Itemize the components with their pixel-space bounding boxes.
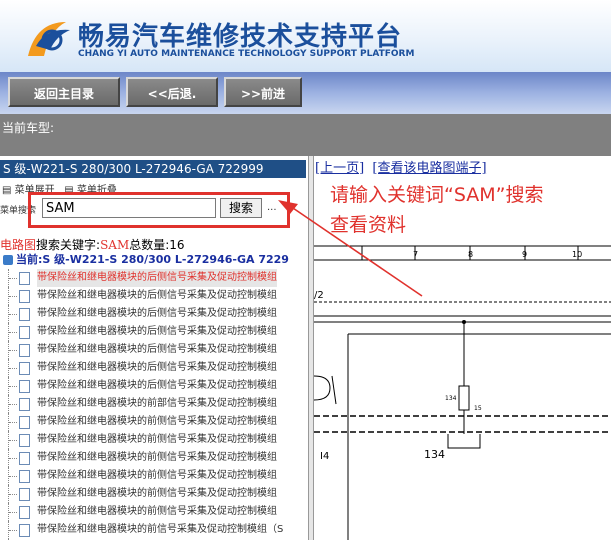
document-icon xyxy=(19,488,30,501)
document-icon xyxy=(19,308,30,321)
brand-title: 畅易汽车维修技术支持平台 xyxy=(78,22,403,52)
result-item-label: 带保险丝和继电器模块的前侧信号采集及促动控制模组 xyxy=(37,416,277,427)
tree-branch-line xyxy=(8,269,19,287)
document-icon xyxy=(19,470,30,483)
brand-logo xyxy=(28,22,70,56)
document-icon xyxy=(19,272,30,285)
tree-branch-line xyxy=(8,287,19,305)
tree-branch-line xyxy=(8,467,19,485)
result-count: 16 xyxy=(169,238,185,252)
result-item-label: 带保险丝和继电器模块的后侧信号采集及促动控制模组 xyxy=(37,362,277,373)
document-icon xyxy=(19,380,30,393)
tree-branch-line xyxy=(8,395,19,413)
computer-icon xyxy=(3,255,13,265)
result-item-label: 带保险丝和继电器模块的前侧信号采集及促动控制模组 xyxy=(37,470,277,481)
tree-root[interactable]: 当前:S 级-W221-S 280/300 L-272946-GA 7229 xyxy=(3,251,289,267)
result-item-label: 带保险丝和继电器模块的后侧信号采集及促动控制模组 xyxy=(37,269,277,287)
tree-branch-line xyxy=(8,377,19,395)
back-button[interactable]: <<后退. xyxy=(126,77,218,107)
wire-id-label: 134 xyxy=(424,448,445,461)
expand-icon: ▤ xyxy=(2,185,12,196)
vehicle-model-bar: S 级-W221-S 280/300 L-272946-GA 722999 xyxy=(0,160,306,178)
result-item[interactable]: 带保险丝和继电器模块的前部信号采集及促动控制模组 xyxy=(0,395,308,413)
tree-branch-line xyxy=(8,305,19,323)
document-icon xyxy=(19,290,30,303)
header-banner: 畅易汽车维修技术支持平台 CHANG YI AUTO MAINTENANCE T… xyxy=(0,0,611,72)
tree-branch-line xyxy=(8,485,19,503)
nav-bar: 返回主目录 <<后退. >>前进 xyxy=(0,72,611,114)
result-item[interactable]: 带保险丝和继电器模块的前信号采集及促动控制模组（S xyxy=(0,521,308,539)
document-icon xyxy=(19,416,30,429)
result-item-label: 带保险丝和继电器模块的后侧信号采集及促动控制模组 xyxy=(37,380,277,391)
fuse-id-label: 134 xyxy=(445,395,457,402)
tree-branch-line xyxy=(8,359,19,377)
result-item-label: 带保险丝和继电器模块的前侧信号采集及促动控制模组 xyxy=(37,452,277,463)
result-item[interactable]: 带保险丝和继电器模块的后侧信号采集及促动控制模组 xyxy=(0,323,308,341)
tree-branch-line xyxy=(8,323,19,341)
grid-number-8: 8 xyxy=(468,250,473,259)
brand-subtitle: CHANG YI AUTO MAINTENANCE TECHNOLOGY SUP… xyxy=(78,49,415,59)
result-item[interactable]: 带保险丝和继电器模块的后侧信号采集及促动控制模组 xyxy=(0,377,308,395)
tree-root-label: 当前:S 级-W221-S 280/300 L-272946-GA 7229 xyxy=(16,253,289,266)
fuse-rating-label: 15 xyxy=(474,405,482,412)
diagram-links: [上一页] [查看该电路图端子] xyxy=(315,157,487,176)
result-item[interactable]: 带保险丝和继电器模块的前侧信号采集及促动控制模组 xyxy=(0,449,308,467)
prev-page-link[interactable]: [上一页] xyxy=(315,161,364,176)
result-item-label: 带保险丝和继电器模块的后侧信号采集及促动控制模组 xyxy=(37,344,277,355)
result-item[interactable]: 带保险丝和继电器模块的后侧信号采集及促动控制模组 xyxy=(0,359,308,377)
result-keyword: SAM xyxy=(100,238,130,252)
tree-branch-line xyxy=(8,503,19,521)
tree-branch-line xyxy=(8,521,19,539)
result-list: 带保险丝和继电器模块的后侧信号采集及促动控制模组 带保险丝和继电器模块的后侧信号采… xyxy=(0,269,308,540)
current-model-bar: 当前车型: xyxy=(0,114,611,156)
tree-branch-line xyxy=(8,341,19,359)
grid-number-10: 10 xyxy=(572,250,582,259)
result-item[interactable]: 带保险丝和继电器模块的前侧信号采集及促动控制模组 xyxy=(0,485,308,503)
result-item[interactable]: 带保险丝和继电器模块的前侧信号采集及促动控制模组 xyxy=(0,503,308,521)
view-terminal-link[interactable]: [查看该电路图端子] xyxy=(372,161,486,176)
result-item-label: 带保险丝和继电器模块的前侧信号采集及促动控制模组 xyxy=(37,434,277,445)
keyword-label: 搜索关键字: xyxy=(36,238,101,252)
document-icon xyxy=(19,452,30,465)
result-item[interactable]: 带保险丝和继电器模块的后侧信号采集及促动控制模组 xyxy=(0,341,308,359)
tree-branch-line xyxy=(8,449,19,467)
result-item-label: 带保险丝和继电器模块的后侧信号采集及促动控制模组 xyxy=(37,290,277,301)
connector-label: I4 xyxy=(320,451,329,462)
result-item-label: 带保险丝和继电器模块的前侧信号采集及促动控制模组 xyxy=(37,488,277,499)
result-item-label: 带保险丝和继电器模块的后侧信号采集及促动控制模组 xyxy=(37,326,277,337)
count-label: 总数量: xyxy=(129,238,170,252)
search-highlight-box xyxy=(28,192,290,228)
grid-number-9: 9 xyxy=(522,250,527,259)
result-item-label: 带保险丝和继电器模块的前侧信号采集及促动控制模组 xyxy=(37,506,277,517)
current-model-label: 当前车型: xyxy=(2,121,55,135)
document-icon xyxy=(19,344,30,357)
result-item[interactable]: 带保险丝和继电器模块的前侧信号采集及促动控制模组 xyxy=(0,431,308,449)
forward-button[interactable]: >>前进 xyxy=(224,77,302,107)
result-item[interactable]: 带保险丝和继电器模块的后侧信号采集及促动控制模组 xyxy=(0,269,308,287)
document-icon xyxy=(19,362,30,375)
document-icon xyxy=(19,524,30,537)
result-item-label: 带保险丝和继电器模块的前信号采集及促动控制模组（S xyxy=(37,524,284,535)
result-item-label: 带保险丝和继电器模块的前部信号采集及促动控制模组 xyxy=(37,398,277,409)
document-icon xyxy=(19,434,30,447)
home-button[interactable]: 返回主目录 xyxy=(8,77,120,107)
result-item-label: 带保险丝和继电器模块的后侧信号采集及促动控制模组 xyxy=(37,308,277,319)
result-item[interactable]: 带保险丝和继电器模块的后侧信号采集及促动控制模组 xyxy=(0,305,308,323)
document-icon xyxy=(19,506,30,519)
tree-branch-line xyxy=(8,413,19,431)
result-category: 电路图 xyxy=(0,238,37,252)
result-item[interactable]: 带保险丝和继电器模块的前侧信号采集及促动控制模组 xyxy=(0,413,308,431)
result-item[interactable]: 带保险丝和继电器模块的后侧信号采集及促动控制模组 xyxy=(0,287,308,305)
callout-arrow xyxy=(278,200,423,297)
result-item[interactable]: 带保险丝和继电器模块的前侧信号采集及促动控制模组 xyxy=(0,467,308,485)
document-icon xyxy=(19,398,30,411)
document-icon xyxy=(19,326,30,339)
tree-branch-line xyxy=(8,431,19,449)
